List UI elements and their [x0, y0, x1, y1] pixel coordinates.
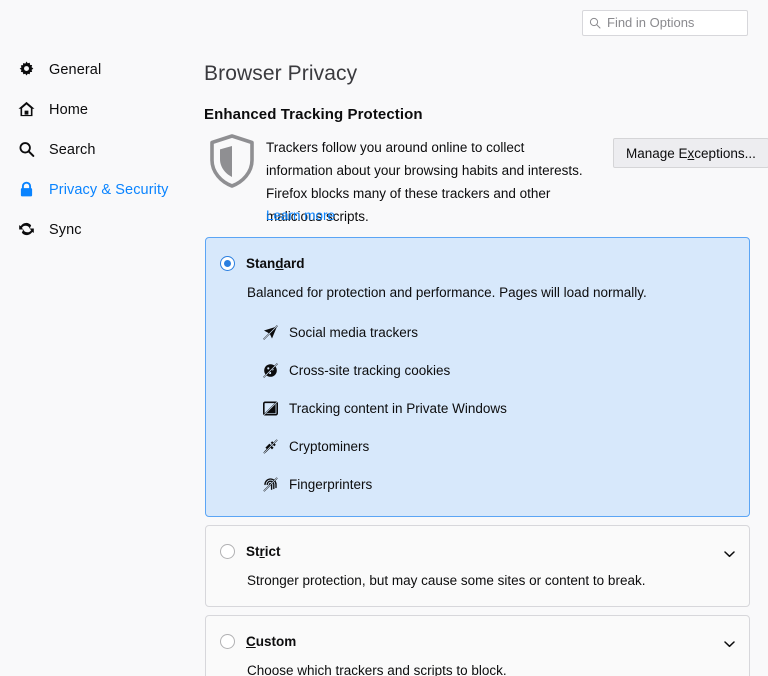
option-custom-header[interactable]: Custom — [206, 616, 749, 650]
section-title: Enhanced Tracking Protection — [204, 106, 423, 123]
chevron-down-icon[interactable] — [723, 638, 735, 650]
sidebar-item-label: General — [49, 61, 102, 78]
search-icon — [16, 140, 36, 160]
sidebar-item-sync[interactable]: Sync — [0, 216, 196, 243]
sidebar-item-home[interactable]: Home — [0, 96, 196, 123]
cookie-blocked-icon — [262, 362, 279, 379]
radio-standard[interactable] — [220, 255, 235, 271]
blocked-item-label: Cross-site tracking cookies — [289, 362, 451, 378]
sync-icon — [16, 220, 36, 240]
option-custom-description: Choose which trackers and scripts to blo… — [247, 663, 507, 676]
social-media-blocked-icon — [262, 324, 279, 341]
fingerprinter-blocked-icon — [262, 476, 279, 493]
tracking-content-blocked-icon — [262, 400, 279, 417]
blocked-item-label: Tracking content in Private Windows — [289, 400, 507, 416]
blocked-item-cryptominers: Cryptominers — [206, 434, 749, 458]
sidebar-item-search[interactable]: Search — [0, 136, 196, 163]
option-strict-description: Stronger protection, but may cause some … — [247, 573, 646, 588]
option-custom[interactable]: Custom Choose which trackers and scripts… — [205, 615, 750, 676]
option-standard-description: Balanced for protection and performance.… — [247, 285, 647, 300]
title-accesskey: C — [246, 633, 256, 649]
option-strict-header[interactable]: Strict — [206, 526, 749, 560]
search-icon — [589, 17, 601, 29]
title-accesskey: d — [275, 255, 284, 271]
radio-custom[interactable] — [220, 633, 235, 649]
sidebar-item-label: Home — [49, 101, 89, 118]
sidebar: General Home Search Privacy & Security S… — [0, 56, 196, 256]
option-strict[interactable]: Strict Stronger protection, but may caus… — [205, 525, 750, 607]
cryptominer-blocked-icon — [262, 438, 279, 455]
sidebar-item-general[interactable]: General — [0, 56, 196, 83]
sidebar-item-label: Search — [49, 141, 96, 158]
title-suffix: ict — [264, 543, 281, 559]
manage-exceptions-suffix: ceptions... — [694, 145, 756, 161]
option-strict-title: Strict — [246, 544, 281, 559]
chevron-down-icon[interactable] — [723, 548, 735, 560]
option-standard-title: Standard — [246, 256, 305, 271]
page-title: Browser Privacy — [204, 62, 358, 85]
radio-strict[interactable] — [220, 543, 235, 559]
gear-icon — [16, 60, 36, 80]
blocked-item-tracking-content-private-windows: Tracking content in Private Windows — [206, 396, 749, 420]
find-in-options-box[interactable] — [582, 10, 768, 36]
blocked-item-label: Fingerprinters — [289, 476, 373, 492]
blocked-item-cross-site-tracking-cookies: Cross-site tracking cookies — [206, 358, 749, 382]
shield-icon — [207, 133, 257, 189]
option-custom-title: Custom — [246, 634, 296, 649]
blocked-item-fingerprinters: Fingerprinters — [206, 472, 749, 496]
standard-blocked-list: Social media trackers Cross-site trackin… — [206, 302, 749, 516]
manage-exceptions-prefix: Manage E — [626, 145, 688, 161]
option-standard-header[interactable]: Standard — [206, 238, 749, 272]
blocked-item-label: Social media trackers — [289, 324, 419, 340]
learn-more-link[interactable]: Learn more — [266, 208, 335, 223]
manage-exceptions-button[interactable]: Manage Exceptions... — [613, 138, 768, 168]
sidebar-item-label: Privacy & Security — [49, 181, 169, 198]
title-suffix: ustom — [255, 633, 297, 649]
blocked-item-label: Cryptominers — [289, 438, 370, 454]
sidebar-item-label: Sync — [49, 221, 82, 238]
title-prefix: Stan — [246, 255, 276, 271]
option-standard[interactable]: Standard Balanced for protection and per… — [205, 237, 750, 517]
home-icon — [16, 100, 36, 120]
blocked-item-social-media-trackers: Social media trackers — [206, 320, 749, 344]
title-prefix: St — [246, 543, 260, 559]
sidebar-item-privacy-security[interactable]: Privacy & Security — [0, 176, 196, 203]
search-input[interactable] — [607, 12, 768, 34]
options-page: General Home Search — [0, 0, 768, 676]
title-suffix: ard — [283, 255, 305, 271]
protection-level-options: Standard Balanced for protection and per… — [205, 237, 750, 676]
lock-icon — [16, 180, 36, 200]
